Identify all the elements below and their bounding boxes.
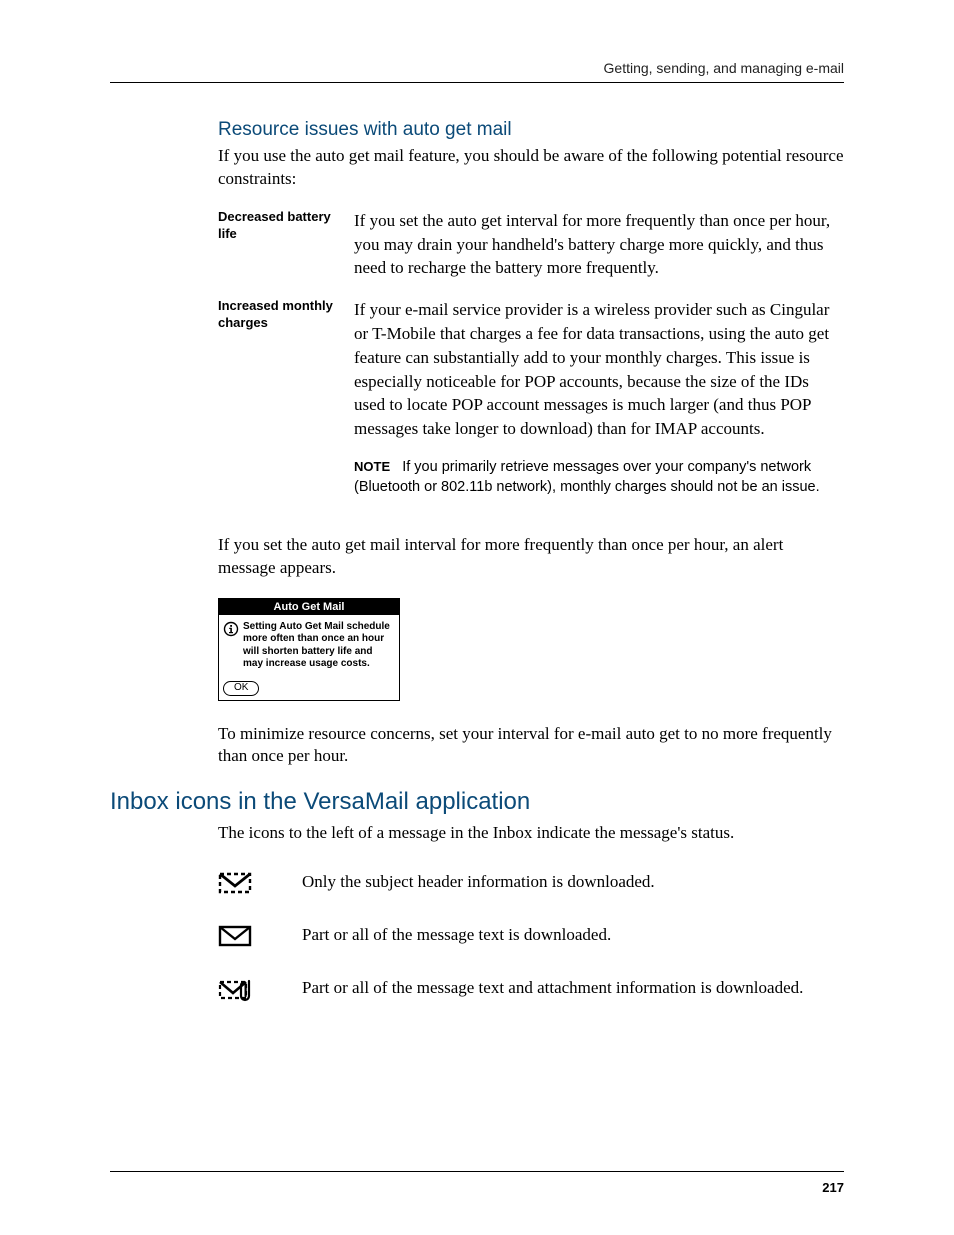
page-number: 217: [110, 1171, 844, 1195]
icon-row: Part or all of the message text is downl…: [218, 916, 803, 969]
running-header: Getting, sending, and managing e-mail: [110, 60, 844, 83]
dialog-message: Setting Auto Get Mail schedule more ofte…: [243, 621, 395, 671]
icon-desc: Part or all of the message text is downl…: [302, 916, 803, 969]
definition-row: Decreased battery life If you set the au…: [218, 209, 844, 298]
icon-row: Only the subject header information is d…: [218, 863, 803, 916]
dashed-envelope-icon: [218, 863, 302, 916]
envelope-attach-icon: [218, 969, 302, 1028]
note-label: NOTE: [354, 459, 390, 474]
ok-button[interactable]: OK: [223, 681, 259, 696]
auto-get-mail-dialog: Auto Get Mail Setting Auto Get Mail sche…: [218, 598, 400, 701]
dialog-title: Auto Get Mail: [219, 599, 399, 615]
definition-desc: If you set the auto get interval for mor…: [354, 209, 844, 298]
info-icon: [223, 621, 239, 642]
definition-desc: If your e-mail service provider is a wir…: [354, 298, 844, 515]
icon-desc: Part or all of the message text and atta…: [302, 969, 803, 1028]
section-heading-inbox-icons: Inbox icons in the VersaMail application: [110, 788, 844, 816]
note-body: If you primarily retrieve messages over …: [354, 459, 820, 495]
definition-term: Increased monthly charges: [218, 298, 354, 515]
definition-list: Decreased battery life If you set the au…: [218, 209, 844, 516]
alert-intro: If you set the auto get mail interval fo…: [218, 534, 844, 580]
resource-outro: To minimize resource concerns, set your …: [218, 723, 844, 769]
icon-desc: Only the subject header information is d…: [302, 863, 803, 916]
envelope-icon: [218, 916, 302, 969]
definition-desc-text: If your e-mail service provider is a wir…: [354, 300, 829, 438]
section-heading-resource: Resource issues with auto get mail: [218, 119, 844, 141]
definition-row: Increased monthly charges If your e-mail…: [218, 298, 844, 515]
definition-term: Decreased battery life: [218, 209, 354, 298]
icon-row: Part or all of the message text and atta…: [218, 969, 803, 1028]
icon-legend-table: Only the subject header information is d…: [218, 863, 803, 1028]
resource-intro: If you use the auto get mail feature, yo…: [218, 145, 844, 191]
icons-intro: The icons to the left of a message in th…: [218, 822, 844, 845]
